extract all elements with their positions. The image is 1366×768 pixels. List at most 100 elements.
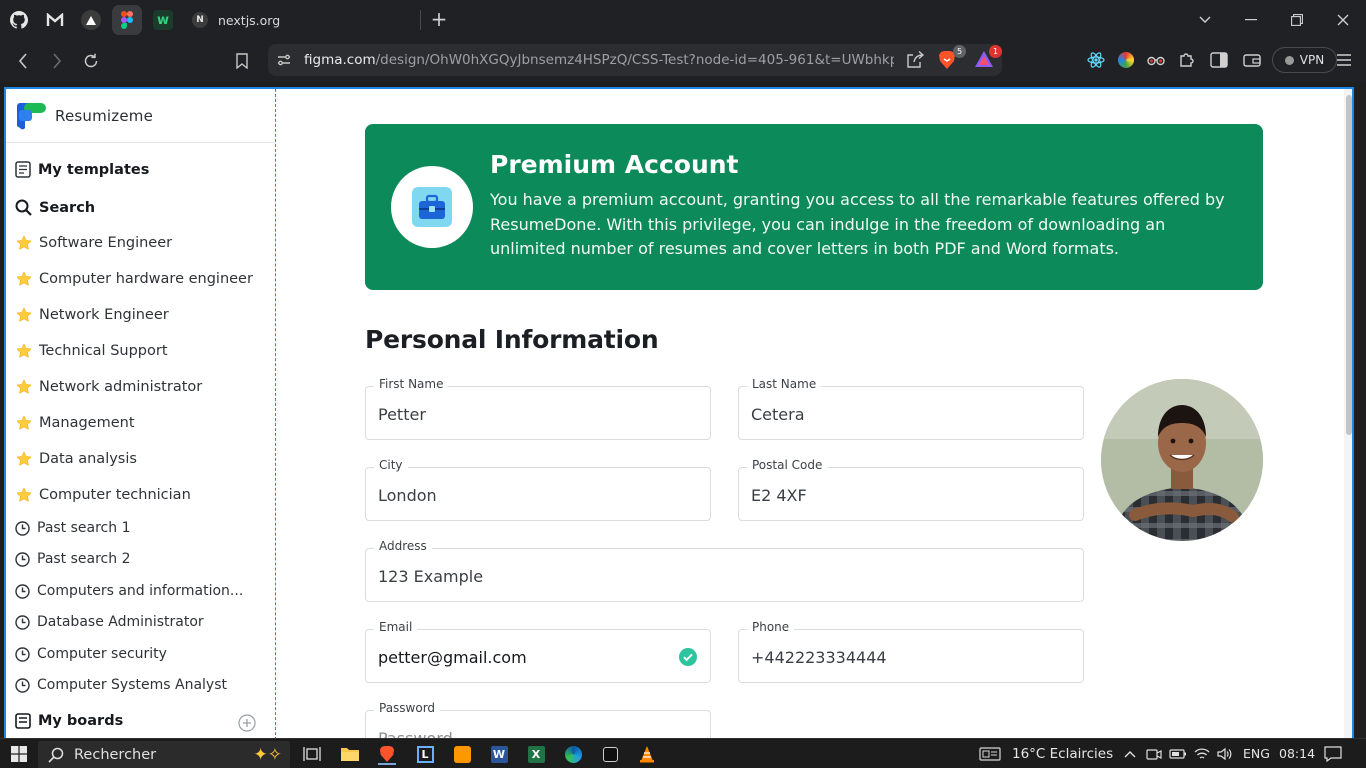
vpn-status-icon (1284, 55, 1294, 65)
clock-time[interactable]: 08:14 (1279, 746, 1315, 761)
restore-button[interactable] (1285, 8, 1309, 32)
add-board-plus-icon[interactable] (238, 714, 256, 732)
pinned-tab-figma[interactable] (112, 5, 142, 35)
starred-item[interactable]: Network administrator (16, 379, 202, 395)
weather-widget-icon[interactable] (979, 743, 1001, 765)
excel-taskbar-button[interactable]: X (525, 743, 547, 765)
close-window-button[interactable] (1331, 8, 1355, 32)
last-name-input[interactable] (751, 401, 1045, 427)
history-item[interactable]: Database Administrator (15, 614, 204, 630)
share-icon[interactable] (904, 50, 926, 70)
starred-item[interactable]: Technical Support (16, 343, 168, 359)
starred-item[interactable]: Network Engineer (16, 307, 169, 323)
extensions-button[interactable] (1176, 49, 1198, 71)
star-icon (16, 379, 32, 394)
first-name-input[interactable] (378, 401, 672, 427)
new-tab-button[interactable]: + (428, 8, 450, 32)
vercel-icon (81, 10, 101, 30)
pinned-tab-webflow[interactable]: w (148, 5, 178, 35)
sidebar-toggle-button[interactable] (1208, 49, 1230, 71)
language-indicator[interactable]: ENG (1243, 746, 1270, 761)
address-field[interactable]: Address (365, 539, 1084, 602)
city-input[interactable] (378, 482, 672, 508)
task-view-button[interactable] (301, 743, 323, 765)
history-item[interactable]: Computer Systems Analyst (15, 677, 227, 693)
history-item[interactable]: Past search 1 (15, 520, 131, 536)
volume-icon[interactable] (1214, 743, 1236, 765)
brave-shields-button[interactable]: 5 (938, 45, 966, 70)
forward-button[interactable] (45, 49, 69, 73)
last-name-field[interactable]: Last Name (738, 377, 1084, 440)
document-icon (15, 161, 31, 178)
site-settings-icon[interactable] (276, 52, 292, 68)
history-item[interactable]: Computer security (15, 646, 167, 662)
glasses-extension[interactable] (1145, 49, 1167, 71)
wifi-icon[interactable] (1191, 743, 1213, 765)
postal-code-input[interactable] (751, 482, 1045, 508)
wallet-button[interactable] (1241, 49, 1263, 71)
search-icon (15, 199, 32, 216)
browser-menu-button[interactable] (1333, 49, 1355, 71)
starred-item[interactable]: Software Engineer (16, 235, 172, 251)
password-field[interactable]: Password (365, 701, 711, 738)
color-extension[interactable] (1115, 49, 1137, 71)
history-item[interactable]: Computers and information... (15, 583, 243, 599)
tab-nextjs[interactable]: N nextjs.org (182, 5, 420, 35)
first-name-field[interactable]: First Name (365, 377, 711, 440)
history-item[interactable]: Past search 2 (15, 551, 131, 567)
starred-item[interactable]: Computer technician (16, 487, 191, 503)
profile-photo-avatar[interactable] (1101, 379, 1263, 541)
word-taskbar-button[interactable]: W (488, 743, 510, 765)
phone-field[interactable]: Phone (738, 620, 1084, 683)
pinned-tab-vercel[interactable] (76, 5, 106, 35)
sidebar-item-my-boards[interactable]: My boards (15, 713, 123, 729)
phone-input[interactable] (751, 644, 1045, 670)
terminal-taskbar-button[interactable] (599, 743, 621, 765)
starred-item[interactable]: Computer hardware engineer (16, 271, 253, 287)
brave-taskbar-button[interactable] (376, 743, 398, 765)
bookmark-button[interactable] (230, 49, 254, 73)
postal-code-field[interactable]: Postal Code (738, 458, 1084, 521)
vpn-button[interactable]: VPN (1272, 47, 1337, 73)
city-field[interactable]: City (365, 458, 711, 521)
email-input[interactable] (378, 644, 672, 670)
sidebar-item-my-templates[interactable]: My templates (15, 161, 149, 178)
sublime-taskbar-button[interactable] (451, 743, 473, 765)
starred-item[interactable]: Management (16, 415, 135, 431)
edge-taskbar-button[interactable] (562, 743, 584, 765)
page-scrollbar[interactable] (1344, 89, 1352, 738)
battery-icon[interactable] (1167, 743, 1189, 765)
react-devtools-extension[interactable] (1085, 49, 1107, 71)
github-icon (10, 11, 28, 29)
scrollbar-thumb[interactable] (1346, 95, 1352, 435)
taskbar-search[interactable]: Rechercher ✦✧ (38, 741, 290, 768)
address-input[interactable] (378, 563, 1045, 589)
tab-search-chevron-icon[interactable] (1193, 8, 1217, 32)
pinned-tab-gmail[interactable] (40, 5, 70, 35)
minimize-button[interactable] (1239, 8, 1263, 32)
starred-item[interactable]: Data analysis (16, 451, 137, 467)
address-bar[interactable]: figma.com/design/OhW0hXGQyJbnsemz4HSPzQ/… (268, 44, 1002, 76)
email-field[interactable]: Email (365, 620, 711, 683)
password-input[interactable] (378, 725, 672, 738)
star-icon (16, 451, 32, 466)
back-button[interactable] (11, 49, 35, 73)
vlc-taskbar-button[interactable] (636, 743, 658, 765)
brand-header[interactable]: Resumizeme (6, 89, 276, 143)
sidebar-item-search[interactable]: Search (15, 199, 95, 216)
start-button[interactable] (8, 743, 30, 765)
arrow-left-icon (18, 53, 27, 69)
tray-overflow-chevron-icon[interactable] (1119, 743, 1141, 765)
sidebar-panel-icon (1210, 52, 1228, 68)
brave-rewards-button[interactable]: 1 (974, 45, 1002, 70)
notifications-icon[interactable] (1322, 743, 1344, 765)
file-explorer-button[interactable] (339, 743, 361, 765)
url-text[interactable]: figma.com/design/OhW0hXGQyJbnsemz4HSPzQ/… (304, 52, 894, 68)
resumizeme-logo-icon (17, 102, 46, 129)
app-l-taskbar-button[interactable]: L (414, 743, 436, 765)
reload-button[interactable] (79, 49, 103, 73)
weather-text[interactable]: 16°C Eclaircies (1012, 746, 1113, 762)
history-item-label: Computer security (37, 646, 167, 662)
pinned-tab-github[interactable] (4, 5, 34, 35)
meet-now-icon[interactable] (1143, 743, 1165, 765)
